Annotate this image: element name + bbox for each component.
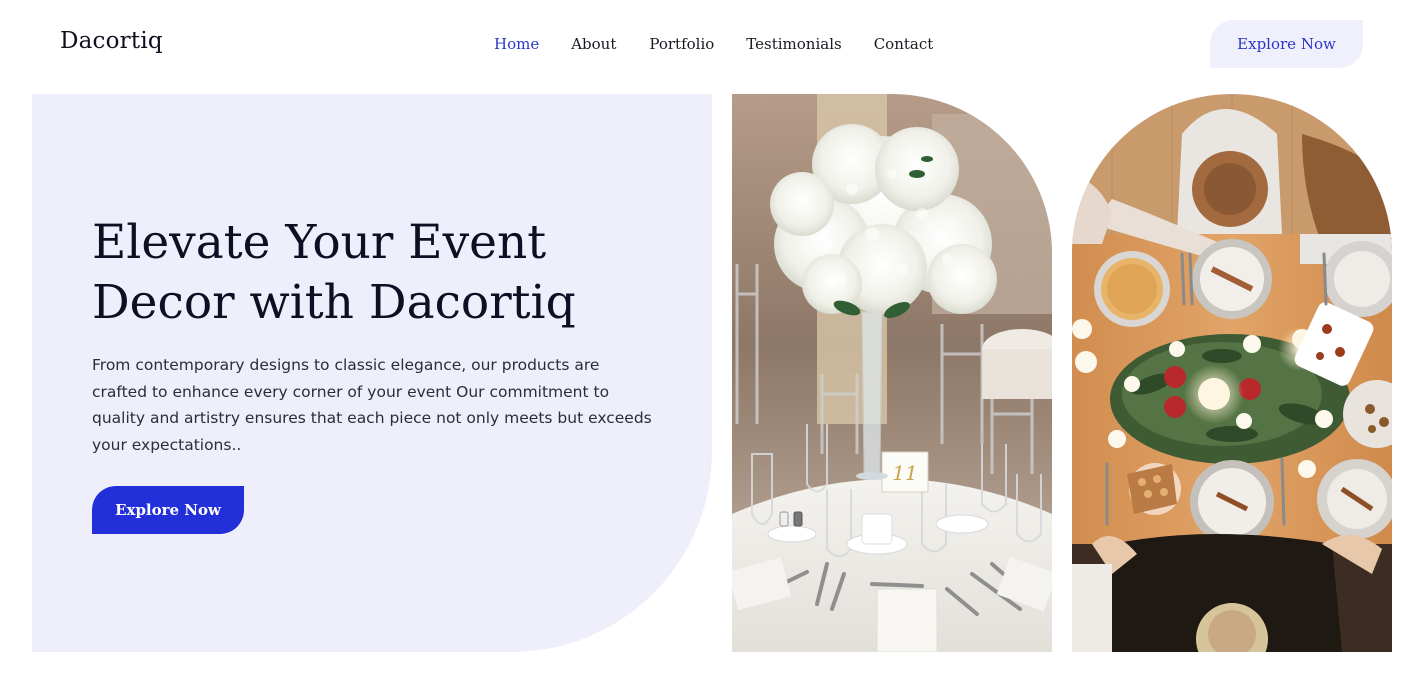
nav-contact[interactable]: Contact <box>874 35 934 53</box>
wedding-table-illustration: 11 <box>732 94 1052 652</box>
table-card-number: 11 <box>892 461 917 485</box>
navbar: Dacortiq Home About Portfolio Testimonia… <box>0 0 1417 90</box>
hero-title: Elevate Your Event Decor with Dacortiq <box>92 213 652 333</box>
nav-portfolio[interactable]: Portfolio <box>649 35 714 53</box>
wedding-table-photo: 11 <box>732 94 1052 652</box>
dinner-table-photo <box>1072 94 1392 652</box>
dinner-table-illustration <box>1072 94 1392 652</box>
nav-testimonials[interactable]: Testimonials <box>746 35 841 53</box>
nav-about[interactable]: About <box>571 35 616 53</box>
hero-title-line1: Elevate Your Event <box>92 215 547 270</box>
nav-home[interactable]: Home <box>494 35 539 53</box>
hero-explore-button[interactable]: Explore Now <box>92 486 244 534</box>
header-explore-button[interactable]: Explore Now <box>1210 20 1363 68</box>
hero-description: From contemporary designs to classic ele… <box>92 356 652 454</box>
main-nav: Home About Portfolio Testimonials Contac… <box>494 35 933 53</box>
hero-title-line2: Decor with Dacortiq <box>92 275 576 330</box>
brand-logo[interactable]: Dacortiq <box>60 28 163 54</box>
